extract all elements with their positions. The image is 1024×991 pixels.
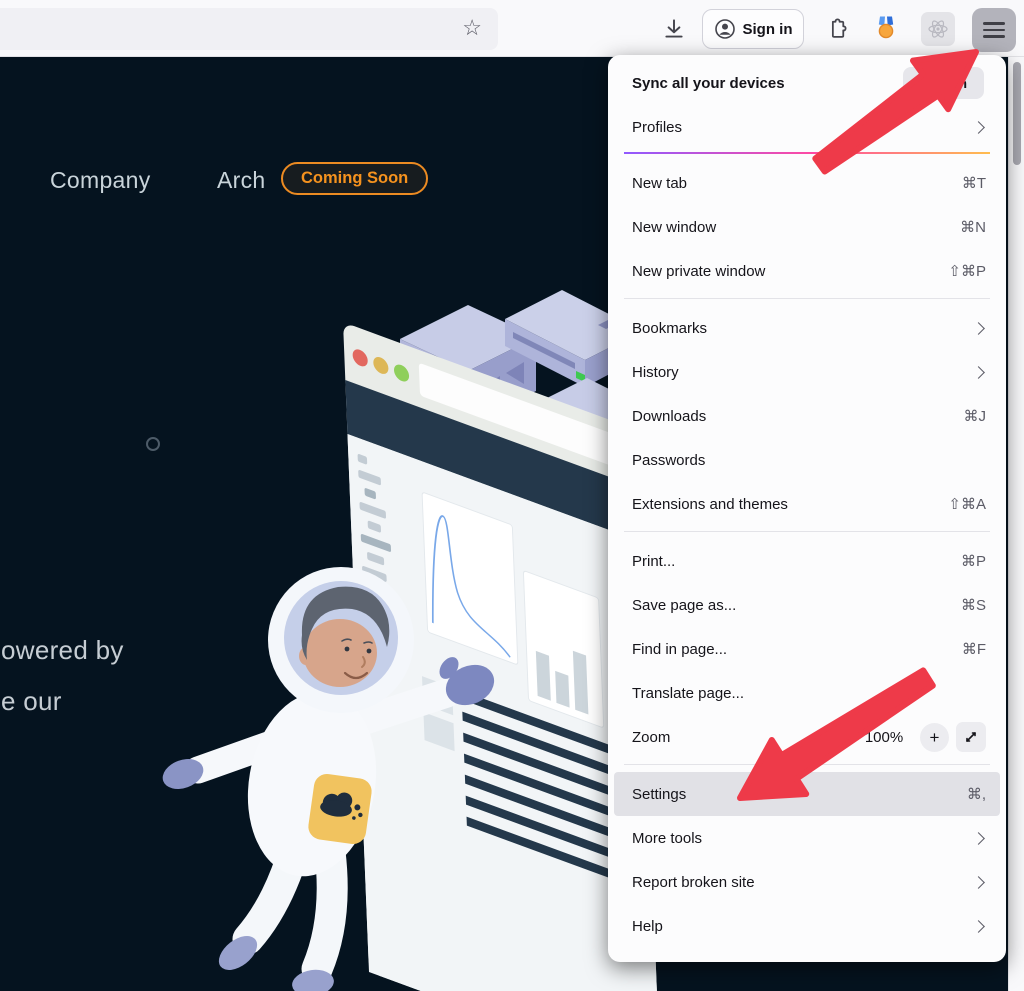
medal-extension-button[interactable] <box>868 0 904 57</box>
menu-item-new-tab[interactable]: New tab ⌘T <box>614 161 1000 205</box>
app-menu-button[interactable] <box>972 8 1016 52</box>
app-menu: Sync all your devices Sign in Profiles N… <box>608 55 1006 962</box>
gradient-divider <box>624 152 990 154</box>
downloads-button[interactable] <box>656 0 692 57</box>
zoom-in-button[interactable]: + <box>920 723 949 752</box>
menu-item-save-page-as[interactable]: Save page as... ⌘S <box>614 583 1000 627</box>
menu-item-profiles[interactable]: Profiles <box>614 105 1000 149</box>
menu-item-help[interactable]: Help <box>614 904 1000 948</box>
menu-item-new-window[interactable]: New window ⌘N <box>614 205 1000 249</box>
chevron-right-icon <box>972 832 985 845</box>
menu-item-passwords[interactable]: Passwords <box>614 438 1000 482</box>
fullscreen-expand-icon <box>963 729 979 745</box>
menu-item-downloads[interactable]: Downloads ⌘J <box>614 394 1000 438</box>
chevron-right-icon <box>972 876 985 889</box>
menu-item-translate-page[interactable]: Translate page... <box>614 671 1000 715</box>
extensions-puzzle-icon <box>824 16 849 41</box>
menu-divider <box>624 298 990 299</box>
browser-toolbar: ☆ Sign in <box>0 0 1024 57</box>
url-bar[interactable]: ☆ <box>0 8 498 50</box>
menu-header-sync: Sync all your devices Sign in <box>614 61 1000 105</box>
react-devtools-button[interactable] <box>921 12 955 46</box>
download-icon <box>661 16 687 42</box>
zoom-out-button[interactable]: − <box>819 723 848 752</box>
chevron-right-icon <box>972 121 985 134</box>
sync-title: Sync all your devices <box>632 75 785 92</box>
chest-badge <box>307 772 374 845</box>
menu-sign-in-button[interactable]: Sign in <box>903 67 984 99</box>
menu-item-more-tools[interactable]: More tools <box>614 816 1000 860</box>
medal-extension-icon <box>874 15 898 42</box>
sign-in-label: Sign in <box>743 21 793 38</box>
menu-item-report-broken-site[interactable]: Report broken site <box>614 860 1000 904</box>
chevron-right-icon <box>972 322 985 335</box>
account-avatar-icon <box>714 18 736 40</box>
extensions-button[interactable] <box>818 0 854 57</box>
zoom-level-value[interactable]: 100% <box>855 729 913 746</box>
menu-item-extensions-and-themes[interactable]: Extensions and themes ⇧⌘A <box>614 482 1000 526</box>
scrollbar-track[interactable] <box>1008 57 1024 991</box>
chevron-right-icon <box>972 366 985 379</box>
menu-item-new-private-window[interactable]: New private window ⇧⌘P <box>614 249 1000 293</box>
bookmark-star-icon[interactable]: ☆ <box>462 17 482 39</box>
chevron-right-icon <box>972 920 985 933</box>
menu-item-settings[interactable]: Settings ⌘, <box>614 772 1000 816</box>
menu-item-find-in-page[interactable]: Find in page... ⌘F <box>614 627 1000 671</box>
menu-item-bookmarks[interactable]: Bookmarks <box>614 306 1000 350</box>
menu-hamburger-icon <box>983 29 1005 32</box>
sign-in-button[interactable]: Sign in <box>702 9 804 49</box>
react-devtools-icon <box>927 18 949 40</box>
menu-item-zoom: Zoom − 100% + <box>614 715 1000 759</box>
scrollbar-thumb[interactable] <box>1013 62 1021 165</box>
menu-item-history[interactable]: History <box>614 350 1000 394</box>
menu-divider <box>624 531 990 532</box>
fullscreen-button[interactable] <box>956 722 986 752</box>
menu-divider <box>624 764 990 765</box>
menu-item-print[interactable]: Print... ⌘P <box>614 539 1000 583</box>
